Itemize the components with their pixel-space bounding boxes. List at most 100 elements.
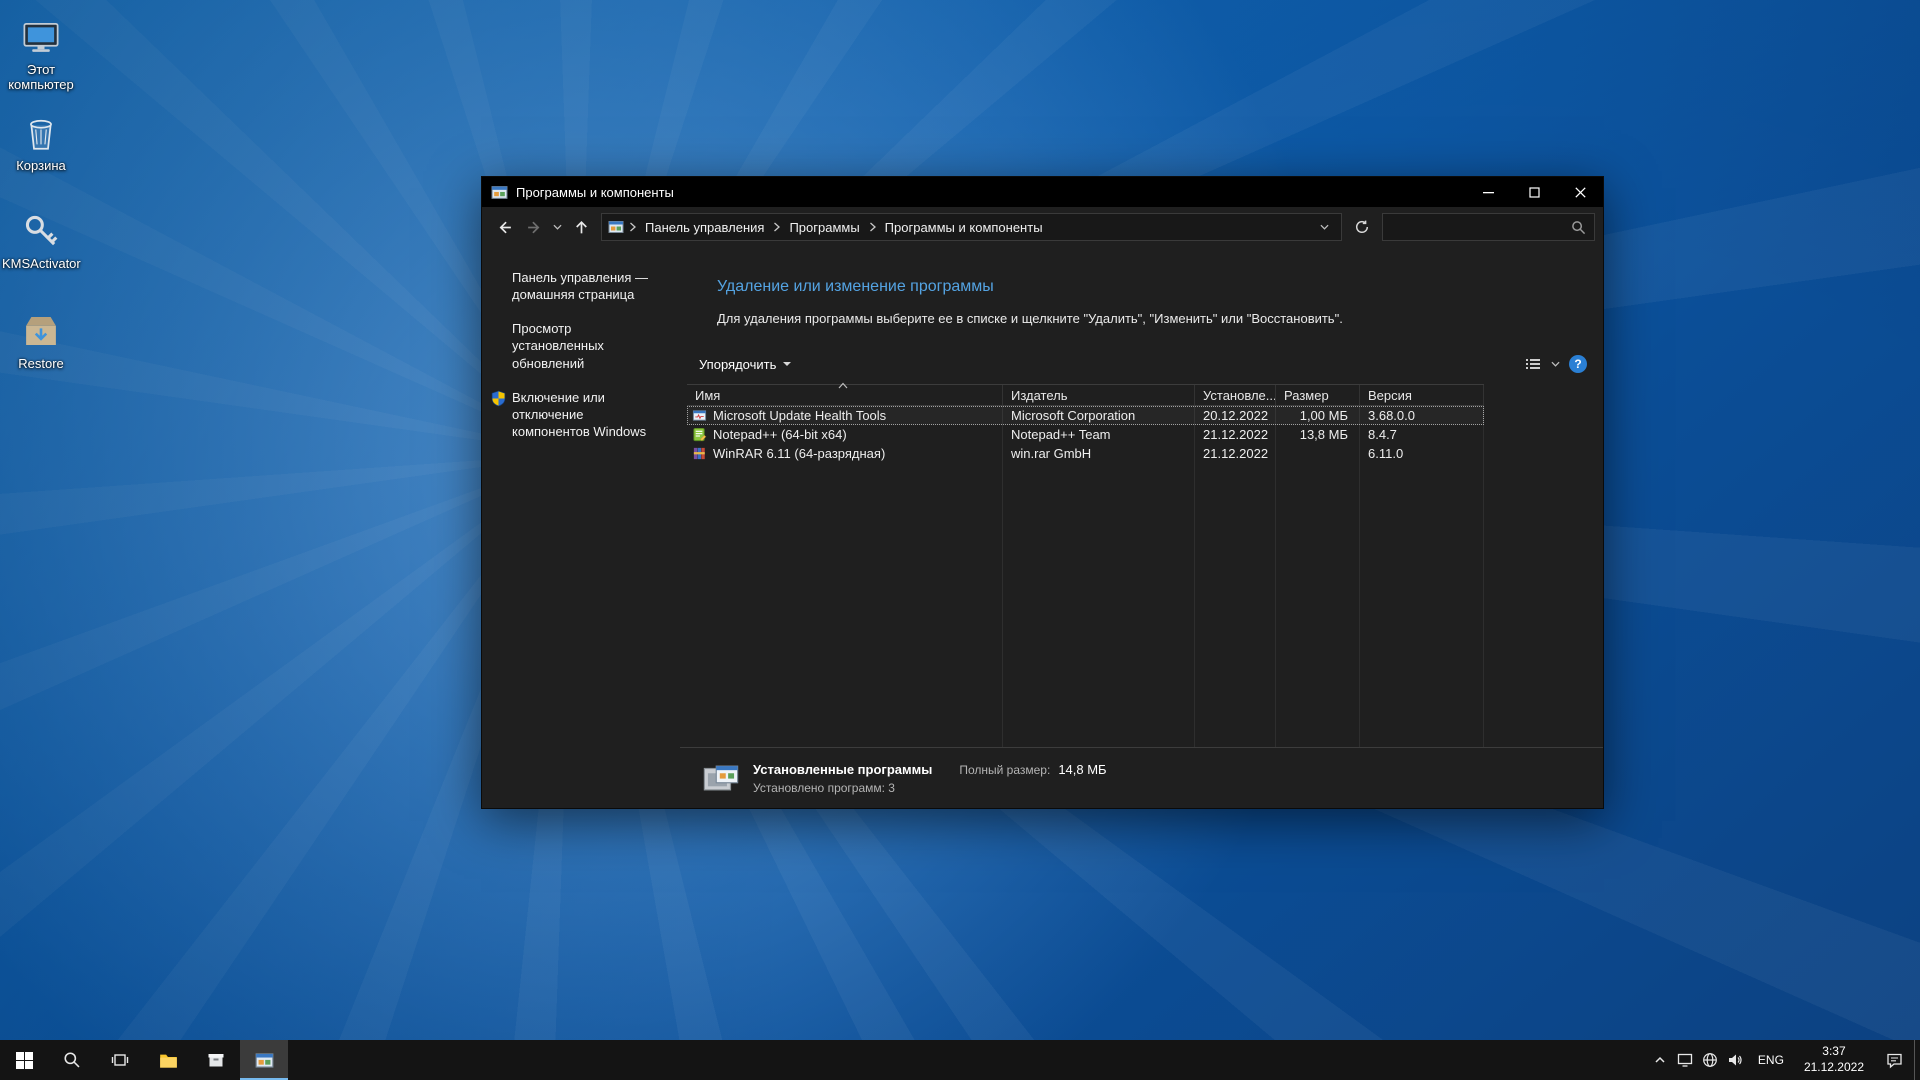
window-title: Программы и компоненты: [516, 185, 674, 200]
address-dropdown-button[interactable]: [1314, 224, 1335, 230]
notepad-plus-plus-icon: [692, 427, 707, 442]
chevron-down-icon: [783, 362, 791, 366]
programs-and-features-icon: [491, 184, 508, 201]
main-content: Удаление или изменение программы Для уда…: [680, 247, 1603, 808]
program-size: 13,8 МБ: [1276, 427, 1360, 442]
installer-app-button[interactable]: [192, 1040, 240, 1080]
install-box-icon: [20, 310, 62, 352]
archive-box-icon: [207, 1051, 225, 1069]
breadcrumb[interactable]: Панель управления Программы Программы и …: [601, 213, 1342, 241]
details-status-bar: Установленные программы Полный размер: 1…: [680, 747, 1603, 808]
status-text-block: Установленные программы Полный размер: 1…: [753, 762, 1107, 795]
recent-pages-button[interactable]: [550, 213, 565, 241]
display-tray-icon[interactable]: [1673, 1040, 1698, 1080]
column-header-publisher[interactable]: Издатель: [1003, 385, 1195, 405]
window-titlebar[interactable]: Программы и компоненты: [482, 177, 1603, 207]
folder-icon: [159, 1052, 178, 1069]
maximize-button[interactable]: [1511, 177, 1557, 207]
status-line-1: Установленные программы Полный размер: 1…: [753, 762, 1107, 777]
control-panel-icon: [608, 219, 624, 235]
monitor-icon: [1677, 1053, 1693, 1067]
status-size-value: 14,8 МБ: [1058, 762, 1106, 777]
breadcrumb-item-control-panel[interactable]: Панель управления: [637, 220, 772, 235]
breadcrumb-item-programs[interactable]: Программы: [781, 220, 867, 235]
program-row-notepad-plus-plus[interactable]: Notepad++ (64-bit x64) Notepad++ Team 21…: [687, 425, 1484, 444]
help-button[interactable]: ?: [1569, 355, 1587, 373]
tasks-sidebar: Панель управления — домашняя страница Пр…: [482, 247, 680, 808]
sidebar-item-windows-features[interactable]: Включение или отключение компонентов Win…: [512, 389, 664, 440]
speaker-icon: [1727, 1052, 1743, 1068]
refresh-button[interactable]: [1348, 213, 1376, 241]
close-button[interactable]: [1557, 177, 1603, 207]
desktop-icon-recycle-bin[interactable]: Корзина: [2, 112, 80, 173]
start-button[interactable]: [0, 1040, 48, 1080]
this-pc-icon: [20, 16, 62, 58]
maximize-icon: [1529, 187, 1540, 198]
program-publisher: Notepad++ Team: [1003, 427, 1195, 442]
clock-date: 21.12.2022: [1804, 1060, 1864, 1076]
address-bar: Панель управления Программы Программы и …: [482, 207, 1603, 247]
action-center-button[interactable]: [1874, 1040, 1914, 1080]
caption-buttons: [1465, 177, 1603, 207]
show-desktop-button[interactable]: [1914, 1040, 1920, 1080]
up-button[interactable]: [567, 213, 595, 241]
status-size-label: Полный размер:: [959, 763, 1050, 777]
breadcrumb-item-programs-features[interactable]: Программы и компоненты: [877, 220, 1051, 235]
minimize-icon: [1483, 187, 1494, 198]
help-icon: ?: [1574, 357, 1581, 371]
action-center-icon: [1886, 1052, 1903, 1069]
desktop-icon-this-pc[interactable]: Этот компьютер: [2, 16, 80, 93]
desktop-icon-label: Restore: [2, 356, 80, 371]
back-button[interactable]: [490, 213, 518, 241]
column-header-installed[interactable]: Установле...: [1195, 385, 1276, 405]
programs-and-features-taskbar-button[interactable]: [240, 1040, 288, 1080]
column-header-version[interactable]: Версия: [1360, 385, 1484, 405]
column-header-size[interactable]: Размер: [1276, 385, 1360, 405]
change-view-button[interactable]: [1524, 356, 1542, 372]
uac-shield-icon: [490, 390, 507, 407]
language-indicator[interactable]: ENG: [1748, 1040, 1794, 1080]
refresh-icon: [1354, 219, 1370, 235]
breadcrumb-separator-icon: [628, 222, 637, 232]
program-installed-on: 20.12.2022: [1195, 408, 1276, 423]
program-name: Notepad++ (64-bit x64): [713, 427, 847, 442]
page-title: Удаление или изменение программы: [717, 278, 1603, 296]
column-grid-line: [1359, 406, 1360, 747]
sidebar-item-control-panel-home[interactable]: Панель управления — домашняя страница: [512, 269, 664, 303]
program-version: 8.4.7: [1360, 427, 1484, 442]
chevron-down-icon: [1551, 361, 1560, 367]
program-version: 3.68.0.0: [1360, 408, 1484, 423]
installed-programs-icon: [702, 759, 740, 797]
search-box[interactable]: [1382, 213, 1595, 241]
task-view-button[interactable]: [96, 1040, 144, 1080]
program-publisher: win.rar GmbH: [1003, 446, 1195, 461]
hidden-icons-button[interactable]: [1648, 1040, 1673, 1080]
desktop-icon-label: KMSActivator: [2, 256, 80, 271]
column-grid-line: [1275, 406, 1276, 747]
command-bar: Упорядочить ?: [690, 349, 1587, 379]
view-options-dropdown[interactable]: [1551, 361, 1560, 367]
organize-button[interactable]: Упорядочить: [690, 352, 800, 377]
program-row-microsoft-update-health-tools[interactable]: Microsoft Update Health Tools Microsoft …: [687, 406, 1484, 425]
page-description: Для удаления программы выберите ее в спи…: [717, 311, 1566, 326]
clock-time: 3:37: [1822, 1044, 1845, 1060]
program-version: 6.11.0: [1360, 446, 1484, 461]
command-bar-right: ?: [1524, 355, 1587, 373]
program-name-cell: Microsoft Update Health Tools: [687, 408, 1003, 423]
search-input[interactable]: [1391, 220, 1571, 235]
program-row-winrar[interactable]: WinRAR 6.11 (64-разрядная) win.rar GmbH …: [687, 444, 1484, 463]
sidebar-item-view-installed-updates[interactable]: Просмотр установленных обновлений: [512, 320, 664, 371]
desktop-icon-restore[interactable]: Restore: [2, 310, 80, 371]
column-grid-line: [1002, 406, 1003, 747]
program-publisher: Microsoft Corporation: [1003, 408, 1195, 423]
taskbar-search-button[interactable]: [48, 1040, 96, 1080]
minimize-button[interactable]: [1465, 177, 1511, 207]
taskbar-clock[interactable]: 3:37 21.12.2022: [1794, 1040, 1874, 1080]
desktop-icon-kmsactivator[interactable]: KMSActivator: [2, 210, 80, 271]
forward-button[interactable]: [520, 213, 548, 241]
desktop-icon-label: Корзина: [2, 158, 80, 173]
file-explorer-button[interactable]: [144, 1040, 192, 1080]
volume-tray-icon[interactable]: [1723, 1040, 1748, 1080]
program-name-cell: Notepad++ (64-bit x64): [687, 427, 1003, 442]
network-tray-icon[interactable]: [1698, 1040, 1723, 1080]
